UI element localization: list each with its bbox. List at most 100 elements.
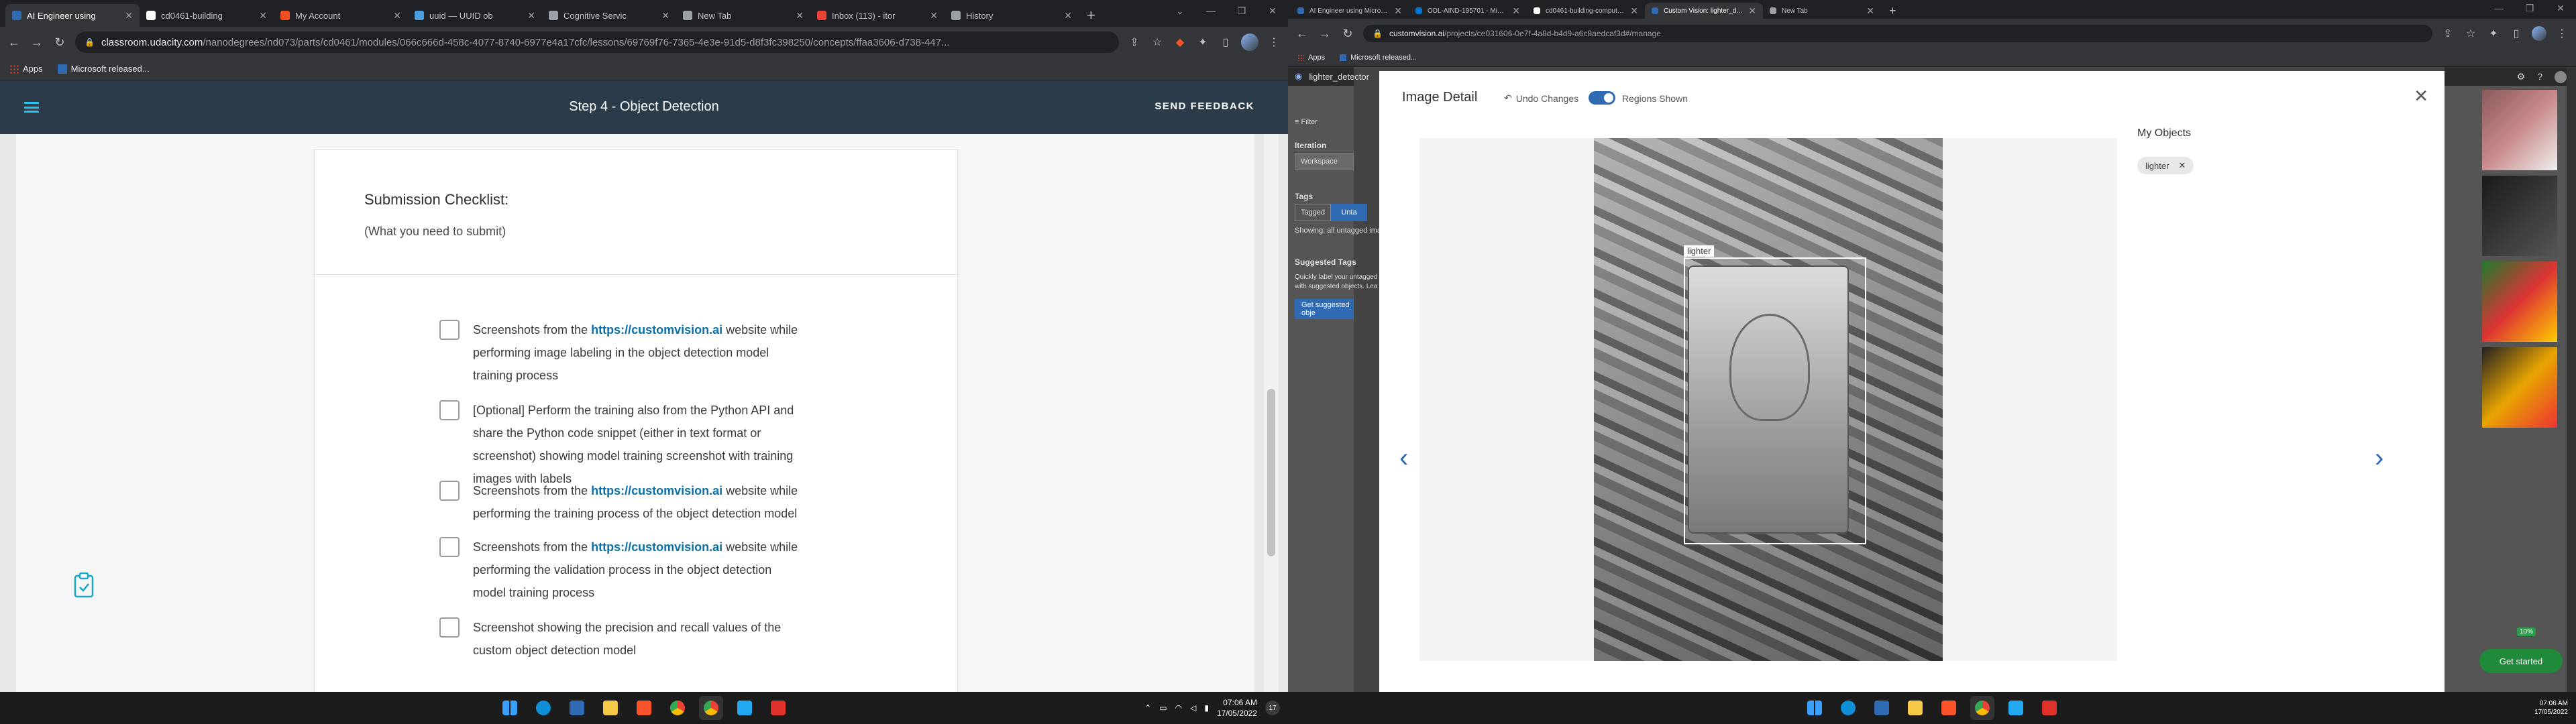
avatar[interactable]	[2532, 26, 2546, 41]
close-tab-icon[interactable]: ✕	[1512, 5, 1520, 17]
region-box[interactable]: lighter	[1684, 245, 1866, 544]
brave-icon[interactable]	[632, 696, 656, 720]
close-tab-icon[interactable]: ✕	[393, 10, 401, 21]
help-icon[interactable]: ?	[2537, 71, 2542, 82]
menu-icon[interactable]: ⋮	[2555, 27, 2569, 40]
new-tab-button[interactable]: +	[1079, 4, 1104, 27]
undo-changes-button[interactable]: ↶ Undo Changes	[1504, 93, 1578, 104]
reload-icon[interactable]: ↻	[1340, 27, 1355, 41]
bookmark-microsoft[interactable]: Microsoft released...	[57, 64, 150, 74]
start-icon[interactable]	[1803, 696, 1827, 720]
browser-tab[interactable]: New Tab ✕	[1763, 3, 1881, 19]
close-tab-icon[interactable]: ✕	[125, 10, 133, 21]
close-tab-icon[interactable]: ✕	[930, 10, 938, 21]
page-scrollbar[interactable]	[2567, 67, 2576, 692]
back-icon[interactable]: ←	[7, 36, 21, 50]
next-arrow-icon[interactable]: ›	[2375, 443, 2383, 473]
minimize-icon[interactable]: —	[2483, 0, 2514, 16]
share-icon[interactable]: ⇪	[2440, 27, 2455, 40]
close-icon[interactable]: ✕	[2545, 0, 2576, 16]
close-icon[interactable]: ✕	[2414, 86, 2428, 107]
detail-image[interactable]: lighter	[1594, 138, 1943, 661]
brave-icon[interactable]	[1937, 696, 1961, 720]
close-tab-icon[interactable]: ✕	[1748, 5, 1756, 17]
url-input[interactable]: 🔒 customvision.ai/projects/ce031606-0e7f…	[1363, 25, 2432, 42]
edge-icon[interactable]	[1836, 696, 1860, 720]
mail-icon[interactable]	[1870, 696, 1894, 720]
customvision-link[interactable]: https://customvision.ai	[591, 323, 722, 337]
untagged-tab[interactable]: Unta	[1331, 204, 1367, 221]
tagged-tab[interactable]: Tagged	[1295, 204, 1331, 221]
get-started-button[interactable]: Get started	[2479, 649, 2563, 673]
browser-tab[interactable]: Cognitive Servic ✕	[542, 4, 676, 27]
bookmark-apps[interactable]: Apps	[9, 64, 43, 74]
bookmark-microsoft[interactable]: Microsoft released...	[1340, 54, 1417, 62]
project-name[interactable]: lighter_detector	[1309, 72, 1369, 82]
browser-tab[interactable]: AI Engineer using Microsoft Azu ✕	[1291, 3, 1409, 19]
close-tab-icon[interactable]: ✕	[259, 10, 267, 21]
browser-tab[interactable]: Inbox (113) - itor ✕	[810, 4, 945, 27]
browser-tab[interactable]: cd0461-building ✕	[140, 4, 274, 27]
close-tab-icon[interactable]: ✕	[1866, 5, 1874, 17]
browser-tab[interactable]: cd0461-building-computer-visio ✕	[1527, 3, 1645, 19]
extensions-icon[interactable]: ✦	[1195, 36, 1210, 49]
acrobat-icon[interactable]	[2037, 696, 2061, 720]
brave-icon[interactable]: ◆	[1173, 36, 1187, 49]
browser-tab[interactable]: ODL-AIND-195701 - Microsoft A ✕	[1409, 3, 1527, 19]
gear-icon[interactable]: ⚙	[2517, 71, 2526, 82]
checkbox[interactable]	[439, 537, 460, 557]
customvision-link[interactable]: https://customvision.ai	[591, 540, 722, 554]
chevron-up-icon[interactable]: ⌃	[1144, 703, 1151, 713]
checkbox[interactable]	[439, 617, 460, 638]
chat-icon[interactable]: ▭	[1159, 703, 1167, 713]
avatar[interactable]	[2555, 71, 2567, 83]
image-thumbnail[interactable]	[2482, 261, 2557, 342]
browser-tab[interactable]: uuid — UUID ob ✕	[408, 4, 542, 27]
close-tab-icon[interactable]: ✕	[796, 10, 804, 21]
sidepanel-icon[interactable]: ▯	[2509, 27, 2524, 40]
chrome-icon[interactable]	[665, 696, 690, 720]
edge-icon[interactable]	[531, 696, 555, 720]
close-tab-icon[interactable]: ✕	[1394, 5, 1402, 17]
url-input[interactable]: 🔒 classroom.udacity.com/nanodegrees/nd07…	[75, 32, 1119, 53]
filter-toggle[interactable]: ≡ Filter	[1295, 118, 1318, 126]
chrome-active-icon[interactable]	[1970, 696, 1994, 720]
image-thumbnail[interactable]	[2482, 90, 2557, 170]
close-tab-icon[interactable]: ✕	[527, 10, 535, 21]
close-icon[interactable]: ✕	[2178, 160, 2186, 171]
wifi-icon[interactable]: ◠	[1175, 703, 1182, 713]
folder-icon[interactable]	[1903, 696, 1927, 720]
close-tab-icon[interactable]: ✕	[661, 10, 669, 21]
scrollbar[interactable]	[1264, 134, 1279, 692]
forward-icon[interactable]: →	[1318, 27, 1332, 41]
send-feedback-button[interactable]: SEND FEEDBACK	[1155, 101, 1254, 112]
close-tab-icon[interactable]: ✕	[1064, 10, 1072, 21]
vscode-icon[interactable]	[733, 696, 757, 720]
close-tab-icon[interactable]: ✕	[1630, 5, 1638, 17]
start-icon[interactable]	[498, 696, 522, 720]
notification-icon[interactable]: 17	[1265, 701, 1280, 715]
image-thumbnail[interactable]	[2482, 347, 2557, 428]
browser-tab[interactable]: Custom Vision: lighter_detector ✕	[1645, 3, 1763, 19]
checkbox[interactable]	[439, 400, 460, 420]
image-thumbnail[interactable]	[2482, 176, 2557, 256]
browser-tab[interactable]: AI Engineer using ✕	[5, 4, 140, 27]
chevron-down-icon[interactable]: ⌄	[1165, 0, 1195, 21]
checkbox[interactable]	[439, 481, 460, 501]
browser-tab[interactable]: New Tab ✕	[676, 4, 810, 27]
share-icon[interactable]: ⇪	[1127, 36, 1142, 49]
bookmark-apps[interactable]: Apps	[1297, 54, 1325, 62]
browser-tab[interactable]: My Account ✕	[274, 4, 408, 27]
eye-icon[interactable]: ◉	[1295, 71, 1302, 82]
sidepanel-icon[interactable]: ▯	[1218, 36, 1233, 49]
acrobat-icon[interactable]	[766, 696, 790, 720]
regions-toggle[interactable]	[1589, 91, 1615, 105]
browser-tab[interactable]: History ✕	[945, 4, 1079, 27]
chrome-active-icon[interactable]	[699, 696, 723, 720]
avatar[interactable]	[1241, 34, 1258, 51]
reload-icon[interactable]: ↻	[52, 36, 67, 50]
folder-icon[interactable]	[598, 696, 623, 720]
customvision-link[interactable]: https://customvision.ai	[591, 484, 722, 497]
minimize-icon[interactable]: —	[1195, 0, 1226, 21]
menu-icon[interactable]: ⋮	[1267, 36, 1281, 49]
